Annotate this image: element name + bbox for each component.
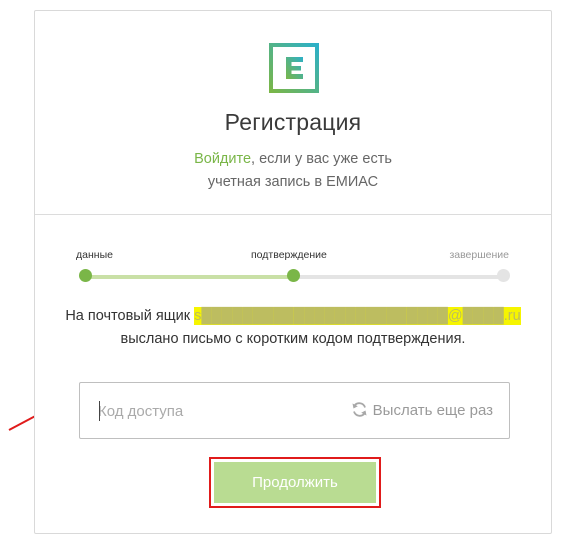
progress-fill [85, 275, 295, 279]
step-label-confirmation: подтверждение [251, 249, 327, 261]
access-code-field[interactable]: Выслать еще раз [79, 382, 510, 439]
divider [35, 214, 551, 215]
confirmation-message: На почтовый ящик s██████████████████████… [35, 305, 551, 351]
step-dot-data [79, 269, 92, 282]
page-title: Регистрация [224, 109, 362, 135]
step-label-data: данные [76, 249, 113, 261]
masked-email: s████████████████████████@████.ru [194, 307, 521, 325]
resend-label: Выслать еще раз [372, 402, 493, 419]
continue-button[interactable]: Продолжить [214, 462, 376, 503]
resend-button[interactable]: Выслать еще раз [351, 401, 493, 419]
annotation-highlight-frame: Продолжить [209, 457, 381, 508]
login-hint-line2: учетная запись в ЕМИАС [207, 174, 379, 190]
access-code-input[interactable] [98, 400, 298, 422]
login-hint-text: , если у вас уже есть [251, 151, 392, 167]
message-prefix: На почтовый ящик [65, 308, 191, 324]
text-caret [99, 401, 100, 421]
login-hint: Войдите, если у вас уже есть учетная зап… [35, 148, 551, 194]
step-dot-finish [497, 269, 510, 282]
registration-card: Регистрация Войдите, если у вас уже есть… [34, 10, 552, 534]
login-link[interactable]: Войдите [194, 151, 251, 167]
refresh-icon [352, 402, 367, 417]
step-dot-confirmation [287, 269, 300, 282]
page: Регистрация Войдите, если у вас уже есть… [0, 0, 588, 539]
step-label-finish: завершение [449, 249, 509, 261]
emias-logo-icon [269, 43, 319, 93]
message-line2: выслано письмо с коротким кодом подтверж… [120, 331, 466, 347]
